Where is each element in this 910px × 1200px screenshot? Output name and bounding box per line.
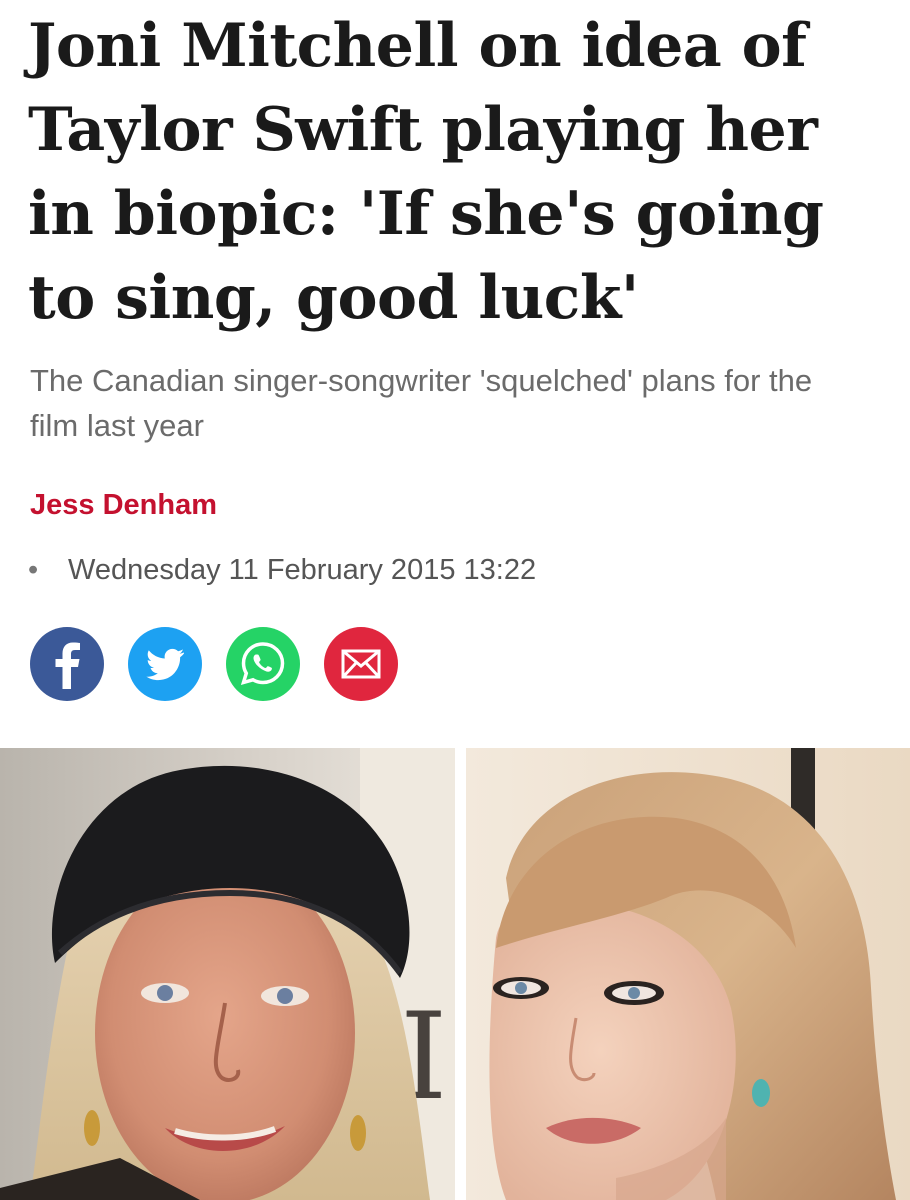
facebook-share-button[interactable]: [30, 627, 104, 701]
twitter-share-button[interactable]: [128, 627, 202, 701]
share-buttons: [30, 627, 398, 703]
article-page: Joni Mitchell on idea of Taylor Swift pl…: [0, 0, 910, 1200]
whatsapp-share-button[interactable]: [226, 627, 300, 701]
facebook-icon: [55, 642, 80, 689]
twitter-icon: [146, 648, 184, 681]
whatsapp-icon: [240, 642, 285, 686]
bullet-icon: •: [28, 554, 39, 586]
article-subheading: The Canadian singer-songwriter 'squelche…: [30, 363, 813, 443]
publish-date: Wednesday 11 February 2015 13:22: [68, 554, 537, 586]
email-share-button[interactable]: [324, 627, 398, 701]
author-link[interactable]: Jess Denham: [30, 485, 217, 525]
article-photos: I: [0, 748, 910, 1200]
email-icon: [341, 649, 381, 679]
article-headline: Joni Mitchell on idea of Taylor Swift pl…: [28, 11, 824, 333]
article-dateline: • Wednesday 11 February 2015 13:22: [28, 550, 536, 590]
taylor-swift-photo[interactable]: [466, 748, 910, 1200]
joni-mitchell-photo[interactable]: I: [0, 748, 455, 1200]
